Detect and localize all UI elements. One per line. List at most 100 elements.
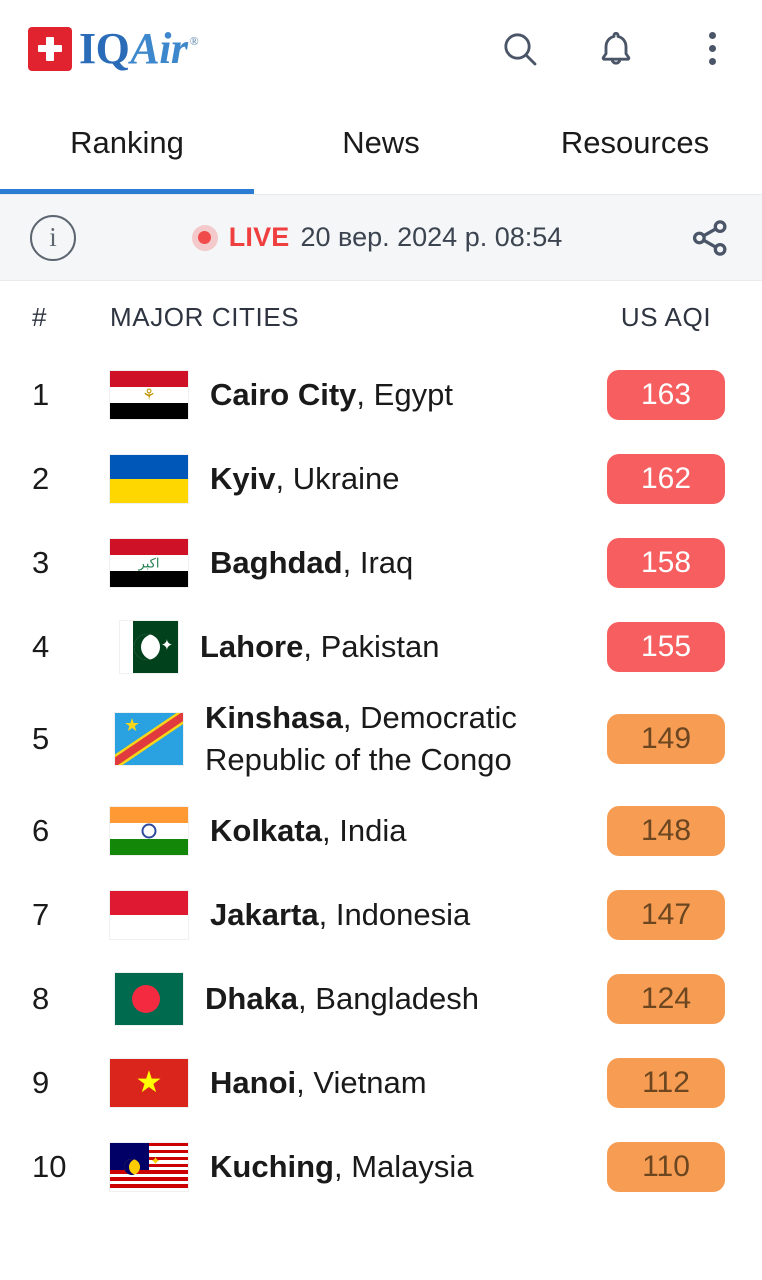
aqi-badge: 163: [607, 370, 725, 420]
header-rank: #: [32, 301, 48, 332]
row-country-name: Indonesia: [335, 897, 471, 933]
flag-bangladesh-icon: [115, 973, 183, 1025]
row-aqi-cell: 158: [600, 538, 732, 588]
brand-iq-text: IQ: [79, 24, 130, 73]
row-city-name: Jakarta: [210, 897, 319, 933]
flag-iraq-icon: اكبر: [110, 539, 188, 587]
row-city-name: Kolkata: [210, 813, 322, 849]
tab-resources[interactable]: Resources: [508, 97, 762, 194]
table-row[interactable]: 5 ★ Kinshasa, Democratic Republic of the…: [0, 689, 762, 789]
row-country-name: Ukraine: [292, 461, 400, 497]
row-city-label: Kolkata, India: [210, 810, 406, 852]
row-city-label: Dhaka, Bangladesh: [205, 978, 479, 1020]
kebab-menu-icon[interactable]: [690, 27, 734, 71]
aqi-badge: 162: [607, 454, 725, 504]
row-city-cell: Dhaka, Bangladesh: [110, 973, 600, 1025]
row-city-cell: ⚘ Cairo City, Egypt: [110, 371, 600, 419]
aqi-badge: 158: [607, 538, 725, 588]
search-icon[interactable]: [498, 27, 542, 71]
aqi-badge: 112: [607, 1058, 725, 1108]
live-label: LIVE: [228, 222, 290, 252]
share-icon[interactable]: [684, 212, 736, 264]
row-city-name: Hanoi: [210, 1065, 297, 1101]
table-row[interactable]: 9 ★ Hanoi, Vietnam 112: [0, 1041, 762, 1125]
row-city-label: Hanoi, Vietnam: [210, 1062, 427, 1104]
live-status-bar: i LIVE 20 вер. 2024 р. 08:54: [0, 195, 762, 281]
row-country-name: Pakistan: [320, 629, 440, 665]
table-row[interactable]: 6 Kolkata, India 148: [0, 789, 762, 873]
registered-trademark-icon: ®: [189, 34, 199, 48]
row-city-name: Lahore: [200, 629, 304, 665]
row-aqi-cell: 149: [600, 714, 732, 764]
flag-egypt-icon: ⚘: [110, 371, 188, 419]
header-us-aqi: US AQI: [620, 301, 712, 332]
row-city-label: Cairo City, Egypt: [210, 374, 453, 416]
tab-news[interactable]: News: [254, 97, 508, 194]
row-separator: ,: [342, 545, 360, 581]
aqi-badge: 124: [607, 974, 725, 1024]
tab-ranking-label: Ranking: [70, 124, 184, 160]
header-actions: [498, 27, 740, 71]
row-city-label: Kinshasa, Democratic Republic of the Con…: [205, 697, 565, 781]
row-city-name: Kyiv: [210, 461, 276, 497]
row-country-name: Vietnam: [313, 1065, 427, 1101]
table-row[interactable]: 7 Jakarta, Indonesia 147: [0, 873, 762, 957]
row-separator: ,: [356, 377, 374, 413]
row-aqi-cell: 110: [600, 1142, 732, 1192]
row-aqi-cell: 155: [600, 622, 732, 672]
row-city-cell: اكبر Baghdad, Iraq: [110, 539, 600, 587]
row-separator: ,: [318, 897, 336, 933]
table-row[interactable]: 3 اكبر Baghdad, Iraq 158: [0, 521, 762, 605]
row-aqi-cell: 148: [600, 806, 732, 856]
aqi-badge: 147: [607, 890, 725, 940]
table-row[interactable]: 8 Dhaka, Bangladesh 124: [0, 957, 762, 1041]
row-rank: 7: [32, 897, 50, 932]
aqi-badge: 110: [607, 1142, 725, 1192]
row-city-cell: ✦ Lahore, Pakistan: [110, 621, 600, 673]
live-indicator-icon: [191, 224, 218, 251]
row-city-cell: ★ Kinshasa, Democratic Republic of the C…: [110, 697, 600, 781]
row-rank: 3: [32, 545, 50, 580]
row-city-label: Kyiv, Ukraine: [210, 458, 400, 500]
table-row[interactable]: 1 ⚘ Cairo City, Egypt 163: [0, 353, 762, 437]
aqi-badge: 155: [607, 622, 725, 672]
row-city-name: Cairo City: [210, 377, 357, 413]
live-timestamp: 20 вер. 2024 р. 08:54: [300, 222, 563, 252]
tab-resources-label: Resources: [560, 124, 710, 160]
row-aqi-cell: 147: [600, 890, 732, 940]
row-aqi-cell: 112: [600, 1058, 732, 1108]
row-separator: ,: [303, 629, 321, 665]
row-city-label: Kuching, Malaysia: [210, 1146, 474, 1188]
info-glyph: i: [49, 222, 57, 252]
row-country-name: Egypt: [373, 377, 453, 413]
brand-wordmark: IQ Air ®: [79, 23, 199, 74]
row-city-name: Kuching: [210, 1149, 334, 1185]
iqair-logo[interactable]: IQ Air ®: [28, 23, 199, 74]
swiss-cross-icon: [28, 26, 72, 71]
aqi-badge: 148: [607, 806, 725, 856]
table-row[interactable]: 10 ✦ Kuching, Malaysia 110: [0, 1125, 762, 1209]
table-row[interactable]: 2 Kyiv, Ukraine 162: [0, 437, 762, 521]
table-row[interactable]: 4 ✦ Lahore, Pakistan 155: [0, 605, 762, 689]
bell-icon[interactable]: [594, 27, 638, 71]
aqi-badge: 149: [607, 714, 725, 764]
row-separator: ,: [342, 700, 361, 736]
row-city-label: Jakarta, Indonesia: [210, 894, 470, 936]
row-city-cell: Jakarta, Indonesia: [110, 891, 600, 939]
flag-vietnam-icon: ★: [110, 1059, 188, 1107]
row-city-cell: ★ Hanoi, Vietnam: [110, 1059, 600, 1107]
row-aqi-cell: 124: [600, 974, 732, 1024]
flag-dr-congo-icon: ★: [115, 713, 183, 765]
flag-pakistan-icon: ✦: [120, 621, 178, 673]
row-rank: 10: [32, 1149, 67, 1184]
row-city-cell: ✦ Kuching, Malaysia: [110, 1143, 600, 1191]
tab-ranking[interactable]: Ranking: [0, 97, 254, 194]
row-aqi-cell: 162: [600, 454, 732, 504]
row-city-cell: Kolkata, India: [110, 807, 600, 855]
flag-ukraine-icon: [110, 455, 188, 503]
row-country-name: Bangladesh: [315, 981, 480, 1017]
row-rank: 6: [32, 813, 50, 848]
ranking-list: 1 ⚘ Cairo City, Egypt 163 2 Kyiv, Ukrain…: [0, 353, 762, 1209]
row-country-name: Malaysia: [351, 1149, 474, 1185]
row-rank: 8: [32, 981, 50, 1016]
